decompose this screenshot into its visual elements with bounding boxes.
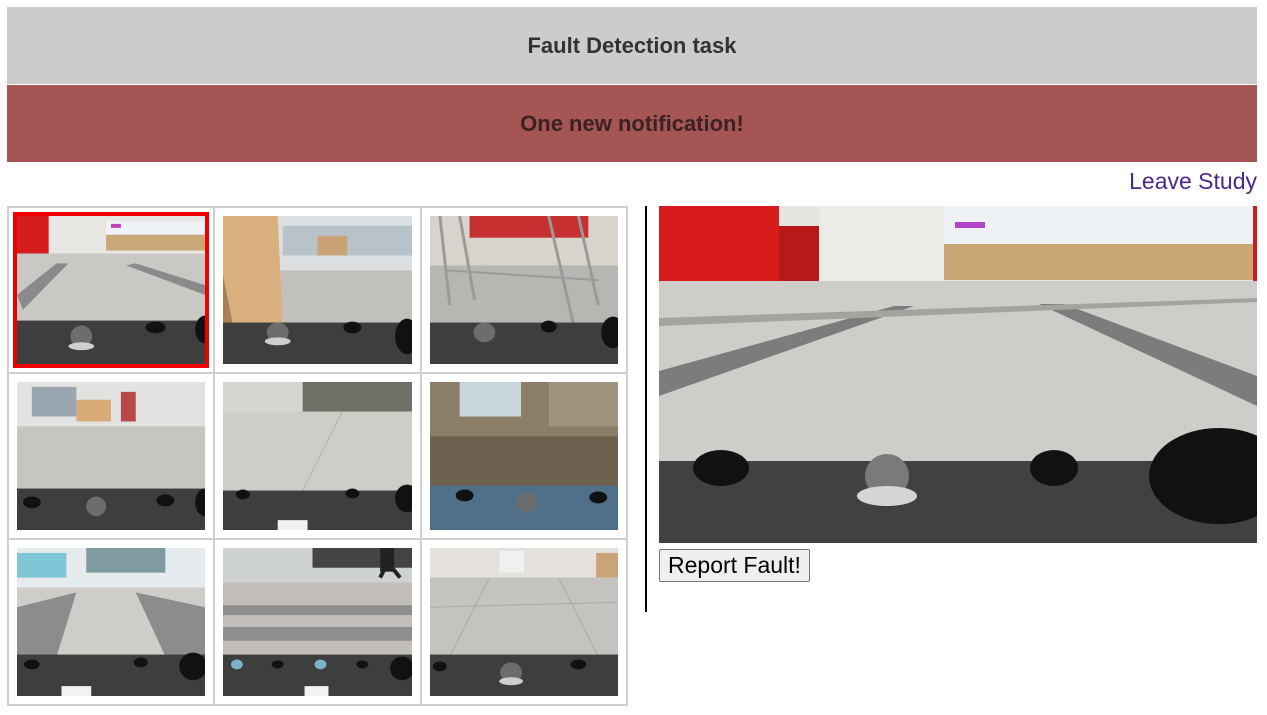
main-camera-view [659, 206, 1257, 543]
camera-feed-thumbnail[interactable] [214, 539, 421, 705]
camera-feed-thumbnail[interactable] [214, 373, 421, 539]
camera-feed-thumbnail[interactable] [8, 373, 214, 539]
leave-study-link[interactable]: Leave Study [1129, 168, 1257, 195]
camera-feed-thumbnail[interactable] [8, 539, 214, 705]
camera-feed-thumbnail[interactable] [214, 207, 421, 373]
page-title: Fault Detection task [7, 7, 1257, 84]
report-fault-button[interactable]: Report Fault! [659, 549, 810, 582]
camera-feed-thumbnail[interactable] [421, 539, 627, 705]
camera-feed-image [223, 382, 412, 530]
panel-divider [645, 206, 647, 612]
camera-feed-image [13, 212, 209, 368]
camera-feed-grid [7, 206, 628, 706]
camera-feed-image [223, 548, 412, 696]
camera-feed-image [17, 548, 205, 696]
camera-feed-image [430, 382, 618, 530]
camera-feed-image [223, 216, 412, 364]
camera-feed-thumbnail[interactable] [8, 207, 214, 373]
camera-feed-thumbnail[interactable] [421, 373, 627, 539]
camera-feed-image [17, 382, 205, 530]
notification-banner[interactable]: One new notification! [7, 85, 1257, 162]
camera-feed-thumbnail[interactable] [421, 207, 627, 373]
camera-feed-image [430, 548, 618, 696]
camera-feed-image [430, 216, 618, 364]
